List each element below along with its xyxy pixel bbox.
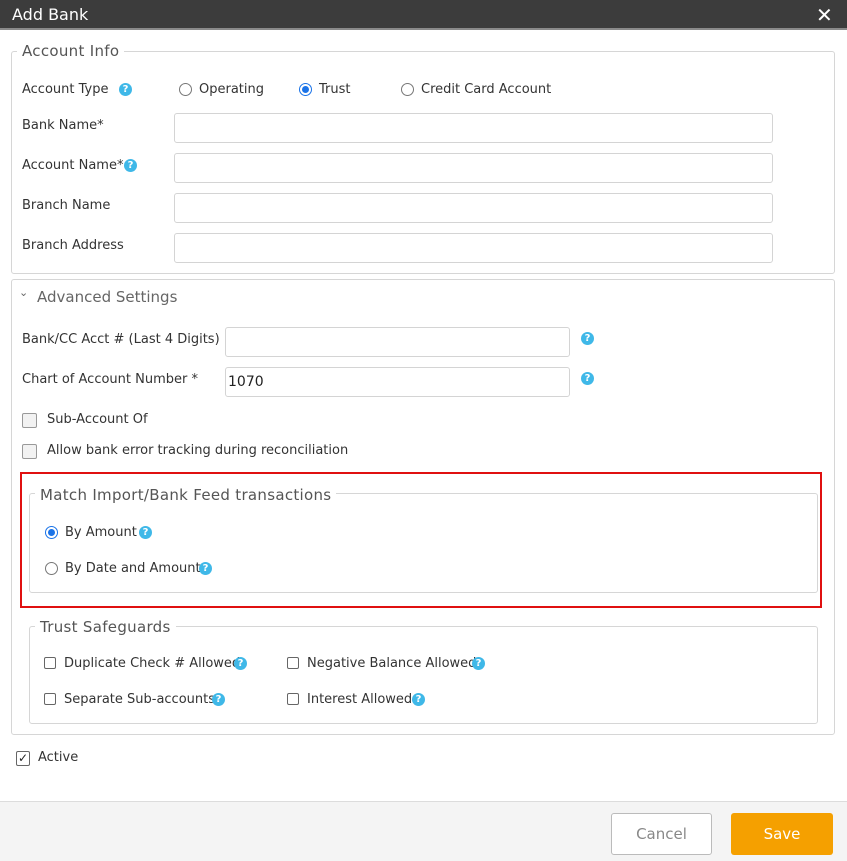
help-icon[interactable]: ? — [581, 332, 594, 345]
dialog-title: Add Bank — [12, 5, 89, 24]
bank-error-checkbox[interactable] — [22, 444, 37, 459]
branch-address-label: Branch Address — [22, 238, 124, 253]
help-icon[interactable]: ? — [212, 693, 225, 706]
dialog-footer: Cancel Save — [0, 801, 847, 861]
help-icon[interactable]: ? — [119, 83, 132, 96]
help-icon[interactable]: ? — [472, 657, 485, 670]
account-name-input[interactable] — [174, 153, 773, 183]
separate-subaccounts-label[interactable]: Separate Sub-accounts — [64, 692, 215, 707]
help-icon[interactable]: ? — [199, 562, 212, 575]
interest-allowed-checkbox[interactable] — [287, 693, 299, 705]
help-icon[interactable]: ? — [412, 693, 425, 706]
match-legend: Match Import/Bank Feed transactions — [35, 486, 337, 504]
active-checkbox[interactable]: ✓ — [16, 751, 30, 766]
radio-by-amount[interactable] — [45, 526, 58, 539]
branch-name-label: Branch Name — [22, 198, 111, 213]
radio-trust[interactable] — [299, 83, 312, 96]
duplicate-check-checkbox[interactable] — [44, 657, 56, 669]
account-name-label: Account Name* — [22, 158, 124, 173]
radio-operating-label[interactable]: Operating — [199, 82, 264, 97]
acct-digits-label: Bank/CC Acct # (Last 4 Digits) — [22, 332, 220, 347]
account-type-label: Account Type — [22, 82, 109, 97]
coa-number-input[interactable] — [225, 367, 570, 397]
radio-by-date-amount[interactable] — [45, 562, 58, 575]
bank-name-input[interactable] — [174, 113, 773, 143]
negative-balance-label[interactable]: Negative Balance Allowed — [307, 656, 476, 671]
radio-trust-label[interactable]: Trust — [319, 82, 350, 97]
radio-operating[interactable] — [179, 83, 192, 96]
trust-safeguards-section — [29, 626, 818, 724]
trust-safeguards-legend: Trust Safeguards — [35, 618, 176, 636]
separate-subaccounts-checkbox[interactable] — [44, 693, 56, 705]
radio-credit-card[interactable] — [401, 83, 414, 96]
close-icon[interactable]: ✕ — [816, 3, 833, 27]
radio-by-amount-label[interactable]: By Amount — [65, 525, 137, 540]
bank-name-label: Bank Name* — [22, 118, 104, 133]
advanced-settings-toggle[interactable]: Advanced Settings — [37, 288, 177, 306]
sub-account-label[interactable]: Sub-Account Of — [47, 412, 148, 427]
interest-allowed-label[interactable]: Interest Allowed — [307, 692, 412, 707]
coa-number-label: Chart of Account Number * — [22, 372, 198, 387]
help-icon[interactable]: ? — [124, 159, 137, 172]
duplicate-check-label[interactable]: Duplicate Check # Allowed — [64, 656, 240, 671]
acct-digits-input[interactable] — [225, 327, 570, 357]
chevron-down-icon[interactable]: ⌄ — [19, 286, 28, 299]
bank-error-label[interactable]: Allow bank error tracking during reconci… — [47, 443, 348, 458]
active-label[interactable]: Active — [38, 750, 78, 765]
match-section — [29, 493, 818, 593]
save-button[interactable]: Save — [731, 813, 833, 855]
dialog-titlebar: Add Bank ✕ — [0, 0, 847, 30]
help-icon[interactable]: ? — [234, 657, 247, 670]
branch-name-input[interactable] — [174, 193, 773, 223]
sub-account-checkbox[interactable] — [22, 413, 37, 428]
radio-by-date-amount-label[interactable]: By Date and Amount — [65, 561, 201, 576]
branch-address-input[interactable] — [174, 233, 773, 263]
negative-balance-checkbox[interactable] — [287, 657, 299, 669]
help-icon[interactable]: ? — [139, 526, 152, 539]
cancel-button[interactable]: Cancel — [611, 813, 712, 855]
account-info-legend: Account Info — [17, 42, 125, 60]
radio-credit-card-label[interactable]: Credit Card Account — [421, 82, 551, 97]
help-icon[interactable]: ? — [581, 372, 594, 385]
